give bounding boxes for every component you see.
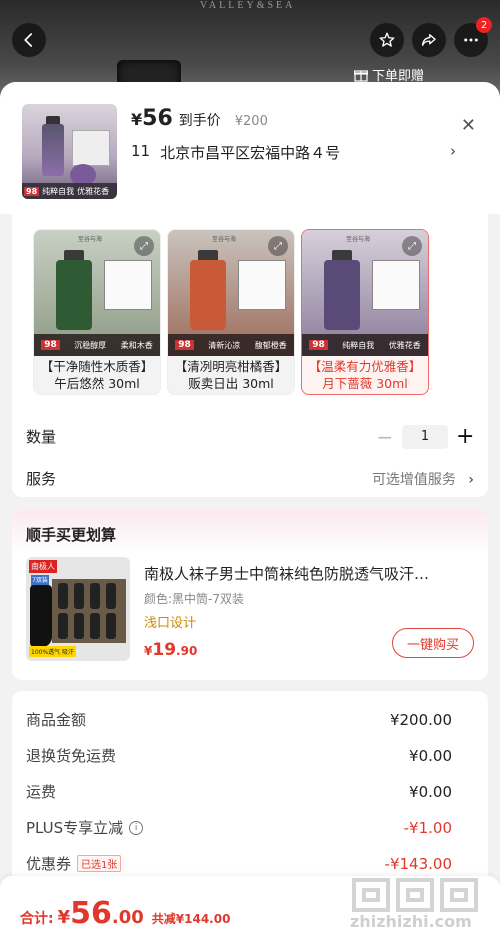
plus-button[interactable]: + xyxy=(456,424,474,449)
final-price-tag: 到手价 xyxy=(178,113,221,129)
sock-product-image[interactable]: 南极人 7双装 100%透气 吸汗 xyxy=(26,557,130,661)
gift-icon xyxy=(354,69,368,82)
service-row[interactable]: 服务 可选增值服务 › xyxy=(26,468,474,489)
chevron-left-icon xyxy=(24,33,33,47)
service-option: 可选增值服务 › xyxy=(371,471,474,488)
checkout-bar: 合计: ¥56.00 共减¥144.00 zhizhizhi.com xyxy=(0,876,500,934)
variant-brand: 至谷与海 xyxy=(212,236,237,243)
quantity-label: 数量 xyxy=(26,428,57,446)
quantity-value[interactable]: 1 xyxy=(402,424,448,449)
variant-brand: 至谷与海 xyxy=(78,236,103,243)
bundle-product-spec: 颜色:黑中筒-7双装 xyxy=(144,592,245,606)
detail-row-goods-amount: 商品金额 ¥200.00 xyxy=(26,710,452,730)
variant-label: 【清冽明亮柑橘香】 贩卖日出 30ml xyxy=(174,359,288,391)
variant-image: 至谷与海 ⤢ 98 纯粹自我 优雅花香 xyxy=(302,230,428,356)
more-dots-icon xyxy=(464,38,478,42)
watermark-logo xyxy=(352,878,478,912)
variant-image: 至谷与海 ⤢ 98 沉稳醇厚 柔和木香 xyxy=(34,230,160,356)
expand-icon[interactable]: ⤢ xyxy=(402,236,422,256)
quantity-stepper[interactable]: − 1 + xyxy=(376,424,475,449)
address-selector[interactable]: 11 北京市昌平区宏福中路４号 › xyxy=(131,142,456,163)
close-icon[interactable]: ✕ xyxy=(461,115,476,136)
site-watermark: zhizhizhi.com xyxy=(346,876,486,934)
address-index: 11 xyxy=(131,142,151,160)
star-icon xyxy=(379,32,395,47)
price-line: ¥ 56 到手价 ¥200 xyxy=(131,106,268,131)
hero-brand-text: VALLEY&SEA xyxy=(200,0,296,11)
variant-image: 至谷与海 ⤢ 98 清新沁凉 馥郁橙香 xyxy=(168,230,294,356)
detail-row-shipping: 运费 ¥0.00 xyxy=(26,782,452,802)
variant-option-1[interactable]: 至谷与海 ⤢ 98 沉稳醇厚 柔和木香 【干净随性木质香】 午后悠然 30ml xyxy=(33,229,161,395)
quantity-row: 数量 − 1 + xyxy=(26,424,474,449)
coupon-selected-chip: 已选1张 xyxy=(77,855,122,872)
variant-card: 至谷与海 ⤢ 98 沉稳醇厚 柔和木香 【干净随性木质香】 午后悠然 30ml 至谷与海 ⤢ 98… xyxy=(12,214,488,497)
variant-label: 【干净随性木质香】 午后悠然 30ml xyxy=(40,359,154,391)
detail-row-coupon[interactable]: 优惠券 已选1张 -¥143.00 xyxy=(26,853,452,874)
total-amount: 合计: ¥56.00 共减¥144.00 xyxy=(20,896,231,931)
detail-row-return-shipping: 退换货免运费 ¥0.00 xyxy=(26,746,452,766)
share-icon xyxy=(421,34,436,46)
chevron-right-icon: › xyxy=(450,142,456,160)
final-price: 56 xyxy=(142,106,173,131)
variant-label: 【温柔有力优雅香】 月下蔷薇 30ml xyxy=(308,359,422,391)
favorite-button[interactable] xyxy=(370,23,404,57)
service-label: 服务 xyxy=(26,470,57,488)
back-button[interactable] xyxy=(12,23,46,57)
chevron-right-icon: › xyxy=(468,471,474,488)
info-icon[interactable]: i xyxy=(129,820,144,835)
bundle-product-name[interactable]: 南极人袜子男士中筒袜纯色防脱透气吸汗… xyxy=(144,563,474,584)
more-button[interactable]: 2 xyxy=(454,17,492,57)
expand-icon[interactable]: ⤢ xyxy=(134,236,154,256)
address-text: 北京市昌平区宏福中路４号 xyxy=(160,144,341,162)
share-button[interactable] xyxy=(412,23,446,57)
bundle-card: 顺手买更划算 南极人 7双装 100%透气 吸汗 南极人袜子男士中筒袜纯色防脱透… xyxy=(12,510,488,680)
bundle-product-price: ¥19.90 xyxy=(144,640,198,660)
selected-product-thumbnail[interactable]: 98 纯粹自我 优雅花香 xyxy=(22,104,117,199)
bundle-title: 顺手买更划算 xyxy=(26,526,117,544)
bundle-product-feature: 浅口设计 xyxy=(144,616,197,631)
sheet-header: 98 纯粹自我 优雅花香 ¥ 56 到手价 ¥200 ✕ 11 北京市昌平区宏福… xyxy=(0,82,500,214)
original-price: ¥200 xyxy=(234,114,268,129)
total-savings: 共减¥144.00 xyxy=(151,912,231,926)
thumbnail-strip: 98 纯粹自我 优雅花香 xyxy=(22,183,117,199)
variant-brand: 至谷与海 xyxy=(346,236,371,243)
purchase-sheet: 98 纯粹自我 优雅花香 ¥ 56 到手价 ¥200 ✕ 11 北京市昌平区宏福… xyxy=(0,82,500,934)
minus-button[interactable]: − xyxy=(376,425,394,449)
expand-icon[interactable]: ⤢ xyxy=(268,236,288,256)
one-click-buy-button[interactable]: 一键购买 xyxy=(392,628,474,658)
notification-badge: 2 xyxy=(476,17,492,33)
variant-option-3[interactable]: 至谷与海 ⤢ 98 纯粹自我 优雅花香 【温柔有力优雅香】 月下蔷薇 30ml xyxy=(301,229,429,395)
variant-option-2[interactable]: 至谷与海 ⤢ 98 清新沁凉 馥郁橙香 【清冽明亮柑橘香】 贩卖日出 30ml xyxy=(167,229,295,395)
detail-row-plus-discount: PLUS专享立减 i -¥1.00 xyxy=(26,818,452,838)
